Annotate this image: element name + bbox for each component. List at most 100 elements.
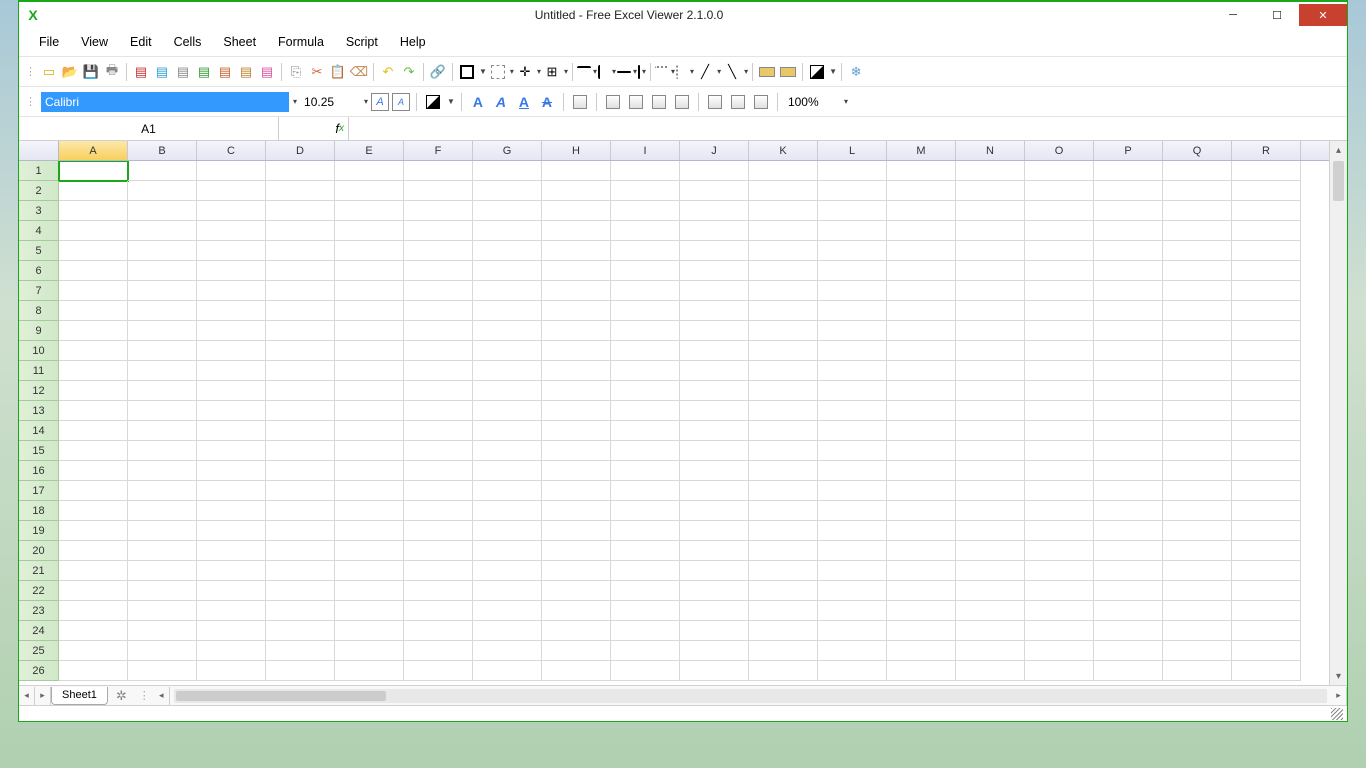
cell-G3[interactable]: [473, 201, 542, 221]
cell-N10[interactable]: [956, 341, 1025, 361]
cell-J22[interactable]: [680, 581, 749, 601]
cell-I14[interactable]: [611, 421, 680, 441]
grid-style1-button[interactable]: [757, 62, 777, 82]
cell-Q12[interactable]: [1163, 381, 1232, 401]
border-none-button[interactable]: [488, 62, 508, 82]
cell-N9[interactable]: [956, 321, 1025, 341]
row-header-11[interactable]: 11: [19, 361, 59, 381]
cell-B8[interactable]: [128, 301, 197, 321]
cell-M7[interactable]: [887, 281, 956, 301]
cell-A18[interactable]: [59, 501, 128, 521]
cell-C14[interactable]: [197, 421, 266, 441]
cell-F14[interactable]: [404, 421, 473, 441]
row-header-5[interactable]: 5: [19, 241, 59, 261]
row-header-10[interactable]: 10: [19, 341, 59, 361]
cell-C20[interactable]: [197, 541, 266, 561]
cell-H6[interactable]: [542, 261, 611, 281]
cell-A14[interactable]: [59, 421, 128, 441]
save-button[interactable]: 💾: [81, 62, 101, 82]
cell-F19[interactable]: [404, 521, 473, 541]
cell-L18[interactable]: [818, 501, 887, 521]
cell-D25[interactable]: [266, 641, 335, 661]
cell-I22[interactable]: [611, 581, 680, 601]
diagonal-down-button[interactable]: ╲: [722, 62, 742, 82]
column-header-L[interactable]: L: [818, 141, 887, 160]
cell-H2[interactable]: [542, 181, 611, 201]
cell-R17[interactable]: [1232, 481, 1301, 501]
cell-B20[interactable]: [128, 541, 197, 561]
cell-M12[interactable]: [887, 381, 956, 401]
row-header-8[interactable]: 8: [19, 301, 59, 321]
cell-O8[interactable]: [1025, 301, 1094, 321]
cell-J24[interactable]: [680, 621, 749, 641]
cell-D13[interactable]: [266, 401, 335, 421]
cell-F26[interactable]: [404, 661, 473, 681]
cell-O14[interactable]: [1025, 421, 1094, 441]
row-header-3[interactable]: 3: [19, 201, 59, 221]
cell-H3[interactable]: [542, 201, 611, 221]
cell-B9[interactable]: [128, 321, 197, 341]
cell-O25[interactable]: [1025, 641, 1094, 661]
cell-H14[interactable]: [542, 421, 611, 441]
cell-A11[interactable]: [59, 361, 128, 381]
cell-E15[interactable]: [335, 441, 404, 461]
tab-nav-prev[interactable]: ◂: [19, 687, 35, 705]
zoom-input[interactable]: [784, 92, 840, 112]
cell-J6[interactable]: [680, 261, 749, 281]
cell-O20[interactable]: [1025, 541, 1094, 561]
cell-H13[interactable]: [542, 401, 611, 421]
cell-F6[interactable]: [404, 261, 473, 281]
font-name-input[interactable]: [41, 92, 289, 112]
name-box[interactable]: A1: [19, 117, 279, 140]
cell-L20[interactable]: [818, 541, 887, 561]
cell-D21[interactable]: [266, 561, 335, 581]
cell-O4[interactable]: [1025, 221, 1094, 241]
cell-G4[interactable]: [473, 221, 542, 241]
cell-L11[interactable]: [818, 361, 887, 381]
cell-R25[interactable]: [1232, 641, 1301, 661]
cell-L23[interactable]: [818, 601, 887, 621]
cell-N5[interactable]: [956, 241, 1025, 261]
cell-B19[interactable]: [128, 521, 197, 541]
cell-E19[interactable]: [335, 521, 404, 541]
cell-I6[interactable]: [611, 261, 680, 281]
cell-C17[interactable]: [197, 481, 266, 501]
cell-P17[interactable]: [1094, 481, 1163, 501]
cell-H10[interactable]: [542, 341, 611, 361]
cell-H15[interactable]: [542, 441, 611, 461]
cell-K12[interactable]: [749, 381, 818, 401]
row-header-1[interactable]: 1: [19, 161, 59, 181]
cell-F16[interactable]: [404, 461, 473, 481]
cell-N3[interactable]: [956, 201, 1025, 221]
border-left-dropdown[interactable]: ▾: [612, 67, 616, 76]
cell-G14[interactable]: [473, 421, 542, 441]
cell-C2[interactable]: [197, 181, 266, 201]
fill-color-button[interactable]: [423, 92, 443, 112]
cell-K23[interactable]: [749, 601, 818, 621]
cell-R15[interactable]: [1232, 441, 1301, 461]
cell-E4[interactable]: [335, 221, 404, 241]
cell-F7[interactable]: [404, 281, 473, 301]
cell-L19[interactable]: [818, 521, 887, 541]
row-header-18[interactable]: 18: [19, 501, 59, 521]
cell-B11[interactable]: [128, 361, 197, 381]
cell-C22[interactable]: [197, 581, 266, 601]
cell-F3[interactable]: [404, 201, 473, 221]
minimize-button[interactable]: ─: [1211, 4, 1255, 26]
cell-K15[interactable]: [749, 441, 818, 461]
cell-E3[interactable]: [335, 201, 404, 221]
cell-G7[interactable]: [473, 281, 542, 301]
cell-I13[interactable]: [611, 401, 680, 421]
cell-I2[interactable]: [611, 181, 680, 201]
row-header-23[interactable]: 23: [19, 601, 59, 621]
cell-Q11[interactable]: [1163, 361, 1232, 381]
export-csv-button[interactable]: ▤: [215, 62, 235, 82]
cell-O21[interactable]: [1025, 561, 1094, 581]
cell-I5[interactable]: [611, 241, 680, 261]
border-horizontal-button[interactable]: [617, 71, 631, 73]
cell-N24[interactable]: [956, 621, 1025, 641]
cell-E1[interactable]: [335, 161, 404, 181]
cell-B21[interactable]: [128, 561, 197, 581]
cell-I16[interactable]: [611, 461, 680, 481]
cell-A26[interactable]: [59, 661, 128, 681]
